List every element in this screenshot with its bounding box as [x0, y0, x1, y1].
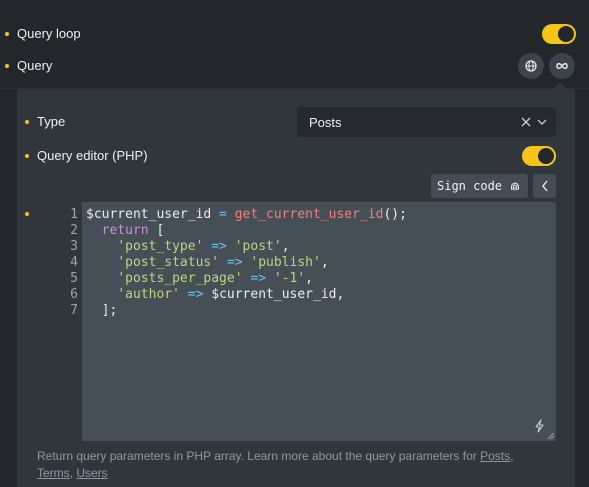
resize-handle-icon[interactable]: [547, 432, 555, 440]
code-punct: ];: [101, 303, 118, 318]
code-punct: [: [148, 223, 165, 238]
code-line-7: ];: [86, 303, 118, 319]
query-label: Query: [17, 58, 53, 73]
collapse-editor-button[interactable]: [533, 174, 556, 198]
query-editor-label: Query editor (PHP): [37, 148, 148, 163]
query-loop-label: Query loop: [17, 26, 81, 41]
code-punct: ();: [383, 207, 407, 222]
editor-indicator: [25, 154, 29, 158]
terms-link[interactable]: Terms: [37, 466, 70, 480]
code-string: '-1': [273, 271, 306, 286]
query-loop-indicator: [5, 32, 9, 36]
line-number: 4: [70, 255, 78, 270]
code-operator: =>: [203, 239, 235, 254]
code-string: 'publish': [250, 255, 321, 270]
line-number: 7: [70, 303, 78, 318]
code-variable: $current_user_id: [211, 287, 337, 302]
code-line-1: $current_user_id = get_current_user_id()…: [86, 207, 407, 223]
type-select-value: Posts: [309, 115, 342, 130]
bolt-icon[interactable]: [534, 419, 545, 433]
code-punct: ,: [305, 271, 313, 286]
code-line-5: 'posts_per_page' => '-1',: [86, 271, 313, 287]
code-line-4: 'post_status' => 'publish',: [86, 255, 329, 271]
line-number: 1: [70, 207, 78, 222]
fingerprint-icon: [510, 182, 520, 191]
line-number: 2: [70, 223, 78, 238]
sign-code-label: Sign code: [437, 179, 503, 193]
query-editor-help: Return query parameters in PHP array. Le…: [37, 448, 557, 482]
code-string: 'author': [117, 287, 180, 302]
posts-link[interactable]: Posts: [480, 449, 510, 463]
code-operator: =>: [219, 255, 251, 270]
query-settings-button[interactable]: [549, 53, 575, 79]
users-link[interactable]: Users: [76, 466, 107, 480]
global-query-button[interactable]: [518, 53, 544, 79]
type-indicator: [25, 120, 29, 124]
code-line-2: return [: [86, 223, 165, 239]
code-operator: =>: [179, 287, 212, 302]
line-number: 3: [70, 239, 78, 254]
help-text: Return query parameters in PHP array. Le…: [37, 449, 481, 463]
code-indicator: [25, 212, 29, 216]
line-number-gutter: 1 2 3 4 5 6 7: [38, 202, 82, 441]
code-operator: =: [211, 207, 235, 222]
line-number: 6: [70, 287, 78, 302]
code-variable: $current_user_id: [86, 207, 212, 222]
code-string: 'posts_per_page': [117, 271, 243, 286]
type-label: Type: [37, 114, 66, 129]
infinity-icon: [556, 63, 568, 69]
toggle-knob: [538, 148, 554, 164]
query-loop-toggle[interactable]: [542, 24, 576, 44]
chevron-down-icon: [537, 119, 547, 125]
code-line-3: 'post_type' => 'post',: [86, 239, 290, 255]
code-string: 'post': [234, 239, 282, 254]
help-separator: ,: [510, 449, 514, 463]
line-number: 5: [70, 271, 78, 286]
chevron-left-icon: [541, 180, 548, 192]
code-operator: =>: [242, 271, 274, 286]
globe-icon: [525, 60, 537, 72]
php-code-editor[interactable]: 1 2 3 4 5 6 7 $current_user_id = get_cur…: [38, 202, 556, 441]
code-punct: ,: [320, 255, 329, 270]
query-editor-toggle[interactable]: [522, 146, 556, 166]
code-keyword: return: [101, 223, 149, 238]
code-punct: ,: [281, 239, 290, 254]
code-string: 'post_type': [117, 239, 204, 254]
query-indicator: [5, 64, 9, 68]
type-select[interactable]: Posts: [297, 107, 556, 137]
code-punct: ,: [336, 287, 345, 302]
clear-icon[interactable]: [521, 117, 531, 127]
toggle-knob: [558, 26, 574, 42]
sign-code-button[interactable]: Sign code: [431, 174, 528, 198]
code-string: 'post_status': [117, 255, 220, 270]
code-line-6: 'author' => $current_user_id,: [86, 287, 344, 303]
code-function: get_current_user_id: [234, 207, 384, 222]
